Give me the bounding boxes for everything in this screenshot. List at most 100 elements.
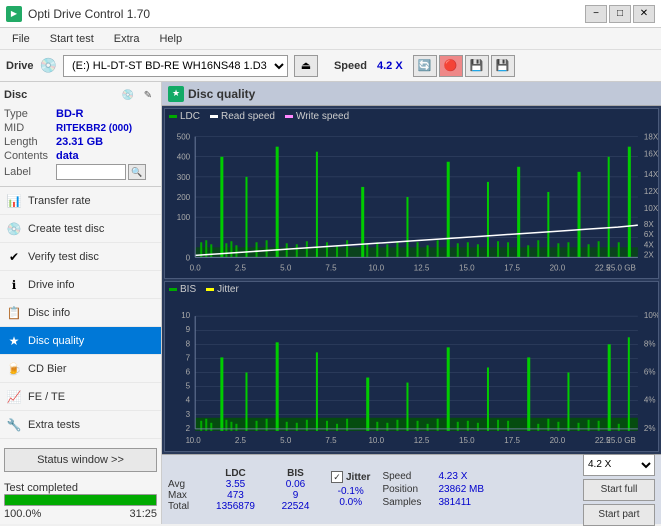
position-row: Position 23862 MB [382,484,484,495]
jitter-header: ✓ Jitter [331,471,370,483]
disc-icon-1[interactable]: 💿 [119,86,137,104]
sidebar-item-fe-te[interactable]: 📈 FE / TE [0,383,161,411]
transfer-rate-icon: 📊 [6,193,22,209]
start-part-button[interactable]: Start part [583,504,655,526]
status-text: Test completed [4,482,78,494]
speed-dropdown[interactable]: 4.2 X [583,454,655,476]
total-bis: 22524 [268,501,323,512]
svg-text:6X: 6X [644,230,654,239]
svg-text:300: 300 [177,173,191,182]
sidebar-item-disc-info[interactable]: 📋 Disc info [0,299,161,327]
avg-bis: 0.06 [268,479,323,490]
disc-label-input[interactable] [56,164,126,180]
position-value: 23862 MB [438,484,484,495]
disc-quality-icon: ★ [6,333,22,349]
svg-text:12X: 12X [644,187,658,196]
sidebar-item-create-test-disc[interactable]: 💿 Create test disc [0,215,161,243]
menu-start-test[interactable]: Start test [42,31,102,47]
sidebar-item-drive-info[interactable]: ℹ Drive info [0,271,161,299]
menu-help[interactable]: Help [151,31,190,47]
bis-col-header: BIS [268,468,323,479]
disc-icon-2[interactable]: ✎ [139,86,157,104]
disc-mid-value: RITEKBR2 (000) [56,123,132,134]
avg-label: Avg [168,479,203,490]
extra-tests-icon: 🔧 [6,417,22,433]
sidebar-item-disc-quality[interactable]: ★ Disc quality [0,327,161,355]
disc-quality-icon-header: ★ [168,86,184,102]
speed-icon-3[interactable]: 💾 [465,55,489,77]
sidebar: Disc 💿 ✎ Type BD-R MID RITEKBR2 (000) Le… [0,82,162,524]
title-bar: ▶ Opti Drive Control 1.70 − □ ✕ [0,0,661,28]
stats-table: LDC BIS Avg 3.55 0.06 Max 473 [168,468,323,512]
svg-text:15.0: 15.0 [459,263,475,272]
svg-text:2X: 2X [644,250,654,259]
speed-icon-2[interactable]: 🔴 [439,55,463,77]
menu-extra[interactable]: Extra [106,31,148,47]
speed-stat-value: 4.23 X [438,471,467,482]
svg-text:18X: 18X [644,133,658,142]
stats-section: LDC BIS Avg 3.55 0.06 Max 473 [162,454,661,524]
drive-info-label: Drive info [28,279,74,291]
disc-contents-label: Contents [4,150,56,162]
ldc-col-header: LDC [203,468,268,479]
create-test-disc-label: Create test disc [28,223,104,235]
svg-text:20.0: 20.0 [550,436,566,445]
disc-length-row: Length 23.31 GB [4,136,157,148]
svg-text:5: 5 [186,382,191,391]
max-bis: 9 [268,490,323,501]
drive-info-icon: ℹ [6,277,22,293]
position-label: Position [382,484,434,495]
sidebar-item-verify-test-disc[interactable]: ✔ Verify test disc [0,243,161,271]
jitter-legend: Jitter [206,284,239,295]
sidebar-item-extra-tests[interactable]: 🔧 Extra tests [0,411,161,439]
bis-legend: BIS [169,284,196,295]
close-button[interactable]: ✕ [633,5,655,23]
minimize-button[interactable]: − [585,5,607,23]
status-window-button[interactable]: Status window >> [4,448,157,472]
svg-text:0.0: 0.0 [190,263,202,272]
sidebar-item-cd-bier[interactable]: 🍺 CD Bier [0,355,161,383]
sidebar-item-transfer-rate[interactable]: 📊 Transfer rate [0,187,161,215]
total-row: Total 1356879 22524 [168,501,323,512]
menu-bar: File Start test Extra Help [0,28,661,50]
cd-bier-label: CD Bier [28,363,67,375]
svg-text:8%: 8% [644,339,656,348]
disc-length-label: Length [4,136,56,148]
disc-mid-row: MID RITEKBR2 (000) [4,122,157,134]
extra-tests-label: Extra tests [28,419,80,431]
ldc-legend-label: LDC [180,111,200,122]
menu-file[interactable]: File [4,31,38,47]
content-area: ★ Disc quality LDC Read speed [162,82,661,524]
svg-text:2: 2 [186,424,191,433]
svg-text:25.0 GB: 25.0 GB [606,436,635,445]
svg-text:9: 9 [186,325,191,334]
drive-select[interactable]: (E:) HL-DT-ST BD-RE WH16NS48 1.D3 [63,55,288,77]
speed-icon-1[interactable]: 🔄 [413,55,437,77]
progress-bar-container [4,494,157,506]
jitter-section: ✓ Jitter -0.1% 0.0% [331,471,370,508]
disc-mid-label: MID [4,122,56,134]
disc-contents-row: Contents data [4,150,157,162]
disc-type-row: Type BD-R [4,108,157,120]
svg-text:10.0: 10.0 [368,263,384,272]
eject-button[interactable]: ⏏ [294,55,318,77]
drive-icons: 💿 [40,57,57,74]
svg-text:2.5: 2.5 [235,263,247,272]
start-full-button[interactable]: Start full [583,479,655,501]
maximize-button[interactable]: □ [609,5,631,23]
svg-text:17.5: 17.5 [504,436,520,445]
disc-icons: 💿 ✎ [119,86,157,104]
speed-icon-4[interactable]: 💾 [491,55,515,77]
jitter-label: Jitter [346,472,370,483]
disc-label-button[interactable]: 🔍 [128,164,146,180]
samples-row: Samples 381411 [382,497,484,508]
jitter-checkbox[interactable]: ✓ [331,471,343,483]
jitter-legend-dot [206,288,214,291]
max-label: Max [168,490,203,501]
disc-contents-value: data [56,150,79,162]
write-speed-legend-dot [285,115,293,118]
max-ldc: 473 [203,490,268,501]
svg-text:4%: 4% [644,396,656,405]
svg-text:0: 0 [186,253,191,262]
ldc-legend: LDC [169,111,200,122]
